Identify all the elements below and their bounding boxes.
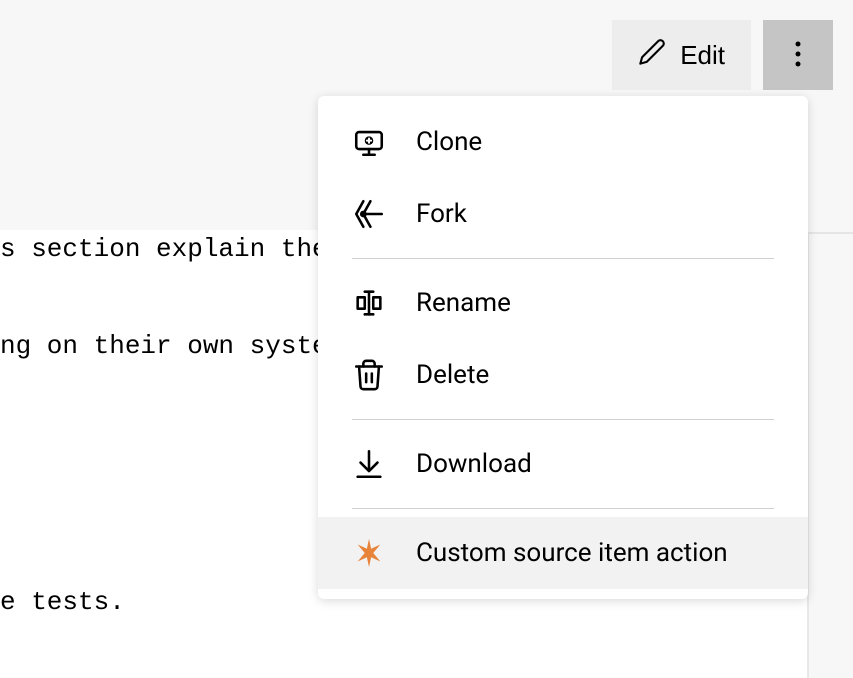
edit-button[interactable]: Edit [612,20,751,90]
menu-divider [352,508,774,509]
menu-item-fork[interactable]: Fork [318,178,808,250]
menu-item-delete[interactable]: Delete [318,339,808,411]
content-line: s section explain the [0,230,320,269]
clone-icon [352,125,386,159]
trash-icon [352,358,386,392]
menu-item-rename[interactable]: Rename [318,267,808,339]
menu-item-label: Clone [416,127,482,157]
menu-item-label: Download [416,449,532,479]
edit-button-label: Edit [680,40,725,71]
more-actions-button[interactable] [763,20,833,90]
pencil-icon [638,38,666,73]
toolbar: Edit [612,20,833,90]
menu-item-custom-action[interactable]: Custom source item action [318,517,808,589]
menu-item-label: Fork [416,199,467,229]
fork-icon [352,197,386,231]
content-line [0,424,320,463]
menu-item-label: Delete [416,360,489,390]
menu-divider [352,419,774,420]
rename-icon [352,286,386,320]
more-vertical-icon [795,40,801,71]
menu-item-label: Custom source item action [416,538,728,568]
asterisk-icon [352,536,386,570]
content-area: s section explain the ng on their own sy… [0,230,320,622]
content-line: ng on their own system [0,327,320,366]
menu-item-download[interactable]: Download [318,428,808,500]
menu-item-clone[interactable]: Clone [318,106,808,178]
menu-divider [352,258,774,259]
menu-item-label: Rename [416,288,511,318]
actions-menu: Clone Fork Rename [318,96,808,599]
download-icon [352,447,386,481]
content-line: e tests. [0,583,320,622]
